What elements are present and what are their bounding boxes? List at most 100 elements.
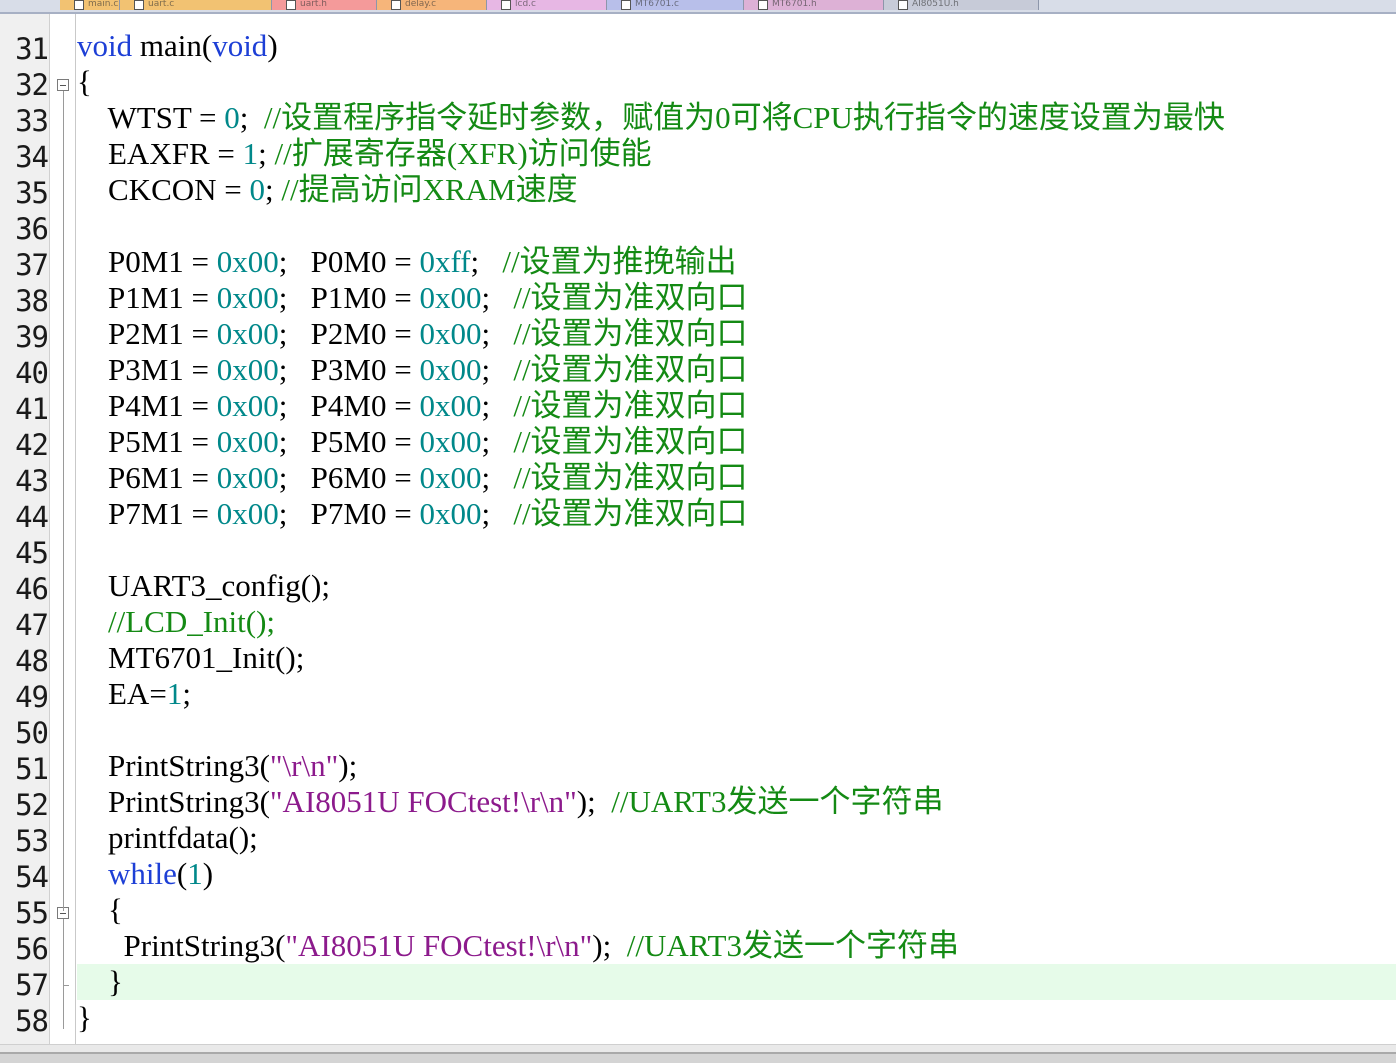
code-line[interactable]: PrintString3("AI8051U FOCtest!\r\n"); //…	[77, 928, 1396, 964]
code-line[interactable]: while(1)	[77, 856, 1396, 892]
code-token: ; P6M0 =	[278, 460, 420, 495]
code-token: P7M1 =	[77, 496, 217, 531]
code-line[interactable]: P5M1 = 0x00; P5M0 = 0x00; //设置为准双向口	[77, 424, 1396, 460]
line-number: 54	[15, 860, 49, 894]
file-tab-strip: main.c uart.c uart.h delay.c lcd.c MT6701.c MT…	[0, 0, 1396, 14]
comment-token: //设置程序指令延时参数，赋值为0可将CPU执行指令的速度设置为最快	[263, 100, 1225, 135]
code-line[interactable]: UART3_config();	[77, 568, 1396, 604]
number-token: 0x00	[216, 424, 279, 459]
file-icon	[74, 0, 84, 10]
line-number: 56	[15, 932, 49, 966]
code-token: printfdata();	[77, 820, 258, 855]
code-line[interactable]: P1M1 = 0x00; P1M0 = 0x00; //设置为准双向口	[77, 280, 1396, 316]
fold-guide-line	[63, 91, 64, 911]
editor-gutter: 31 32 33 34 35 36 37 38 39 40 41 42 43 44 45 46 47 48 49 50…	[0, 14, 76, 1063]
line-number: 32	[15, 68, 49, 102]
code-line[interactable]: }	[77, 964, 1396, 1000]
code-token: main(	[132, 28, 213, 63]
code-line[interactable]: P4M1 = 0x00; P4M0 = 0x00; //设置为准双向口	[77, 388, 1396, 424]
code-token: ; P7M0 =	[278, 496, 420, 531]
code-line[interactable]: PrintString3("\r\n");	[77, 748, 1396, 784]
code-token: (	[176, 856, 188, 891]
line-number: 37	[15, 248, 49, 282]
line-number: 34	[15, 140, 49, 174]
code-line[interactable]: P2M1 = 0x00; P2M0 = 0x00; //设置为准双向口	[77, 316, 1396, 352]
code-line[interactable]: {	[77, 64, 1396, 100]
file-tab[interactable]: MT6701.c	[607, 0, 744, 10]
code-line[interactable]: PrintString3("AI8051U FOCtest!\r\n"); //…	[77, 784, 1396, 820]
comment-token: //设置为准双向口	[513, 388, 748, 423]
line-number: 33	[15, 104, 49, 138]
line-number: 31	[15, 32, 49, 66]
file-tab[interactable]: main.c	[60, 0, 120, 10]
code-line[interactable]: P6M1 = 0x00; P6M0 = 0x00; //设置为准双向口	[77, 460, 1396, 496]
code-token: ; P3M0 =	[278, 352, 420, 387]
code-token: ;	[265, 172, 282, 207]
code-token: {	[77, 892, 123, 927]
comment-token: //设置为准双向口	[513, 496, 748, 531]
number-token: 0x00	[216, 244, 279, 279]
code-token: );	[338, 748, 358, 783]
file-tab[interactable]: delay.c	[377, 0, 487, 10]
code-line[interactable]: //LCD_Init();	[77, 604, 1396, 640]
file-tab[interactable]: AI8051U.h	[884, 0, 1039, 10]
file-tab[interactable]: uart.h	[272, 0, 377, 10]
code-token: CKCON =	[77, 172, 250, 207]
code-token: );	[576, 784, 612, 819]
line-number: 36	[15, 212, 49, 246]
code-line[interactable]	[77, 1036, 1396, 1044]
code-line[interactable]: EAXFR = 1; //扩展寄存器(XFR)访问使能	[77, 136, 1396, 172]
number-token: 0x00	[419, 424, 482, 459]
code-line[interactable]	[77, 532, 1396, 568]
code-token: ; P5M0 =	[278, 424, 420, 459]
output-panel-edge	[0, 1052, 1396, 1063]
line-number: 52	[15, 788, 49, 822]
file-icon	[391, 0, 401, 10]
file-tab-label: AI8051U.h	[912, 0, 959, 9]
code-line[interactable]: P0M1 = 0x00; P0M0 = 0xff; //设置为推挽输出	[77, 244, 1396, 280]
code-token: ;	[481, 388, 514, 423]
file-tab[interactable]: lcd.c	[487, 0, 607, 10]
code-line[interactable]: void main(void)	[77, 28, 1396, 64]
code-line[interactable]: }	[77, 1000, 1396, 1036]
comment-token: //扩展寄存器(XFR)访问使能	[274, 136, 652, 171]
keyword-token: void	[212, 28, 268, 63]
code-token: ; P1M0 =	[278, 280, 420, 315]
code-token: P1M1 =	[77, 280, 217, 315]
code-line[interactable]: P7M1 = 0x00; P7M0 = 0x00; //设置为准双向口	[77, 496, 1396, 532]
code-line[interactable]: P3M1 = 0x00; P3M0 = 0x00; //设置为准双向口	[77, 352, 1396, 388]
code-token: ;	[481, 352, 514, 387]
line-number: 35	[15, 176, 49, 210]
code-token: ;	[481, 316, 514, 351]
code-line[interactable]: MT6701_Init();	[77, 640, 1396, 676]
code-token: ;	[481, 460, 514, 495]
code-line[interactable]: printfdata();	[77, 820, 1396, 856]
fold-collapse-icon[interactable]	[57, 79, 69, 91]
file-tab[interactable]: uart.c	[120, 0, 272, 10]
comment-token: //设置为准双向口	[513, 424, 748, 459]
code-token: P3M1 =	[77, 352, 217, 387]
code-text-area[interactable]: void main(void){ WTST = 0; //设置程序指令延时参数，…	[77, 14, 1396, 1044]
file-tab-label: uart.h	[300, 0, 328, 9]
line-number: 48	[15, 644, 49, 678]
code-token: ;	[481, 424, 514, 459]
number-token: 0x00	[419, 460, 482, 495]
file-tab[interactable]: MT6701.h	[744, 0, 884, 10]
code-line[interactable]	[77, 712, 1396, 748]
line-number: 50	[15, 716, 49, 750]
code-line[interactable]: WTST = 0; //设置程序指令延时参数，赋值为0可将CPU执行指令的速度设…	[77, 100, 1396, 136]
number-token: 0x00	[216, 496, 279, 531]
string-token: "\r\n"	[269, 748, 339, 783]
file-icon	[898, 0, 908, 10]
code-line[interactable]: EA=1;	[77, 676, 1396, 712]
code-line[interactable]: {	[77, 892, 1396, 928]
number-token: 0xff	[419, 244, 471, 279]
line-number: 57	[15, 968, 49, 1002]
line-number: 49	[15, 680, 49, 714]
code-line[interactable]: CKCON = 0; //提高访问XRAM速度	[77, 172, 1396, 208]
number-token: 0x00	[216, 280, 279, 315]
line-number: 39	[15, 320, 49, 354]
code-line[interactable]	[77, 208, 1396, 244]
code-token: )	[202, 856, 214, 891]
